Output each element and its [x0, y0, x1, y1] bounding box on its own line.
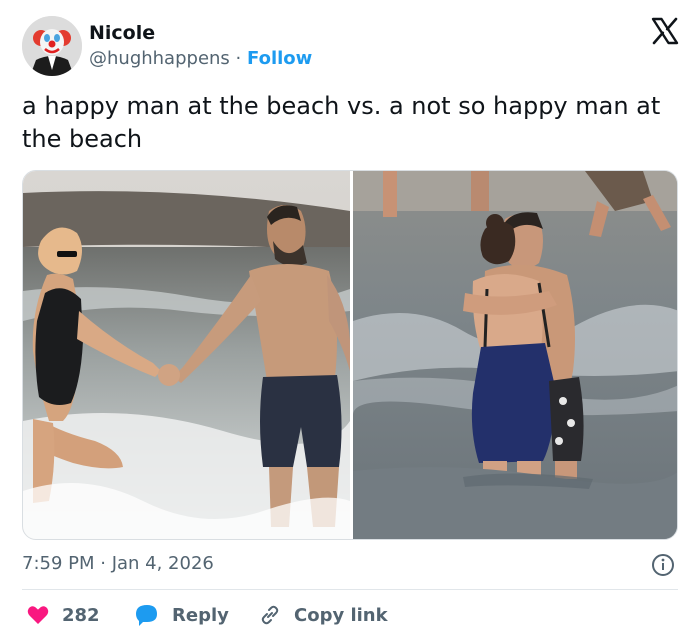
link-icon	[261, 605, 279, 625]
handle-separator: ·	[235, 48, 242, 69]
display-name[interactable]: Nicole	[89, 20, 312, 46]
reply-label: Reply	[172, 604, 229, 626]
tweet-header: Nicole @hughhappens · Follow	[22, 16, 682, 78]
couple-walking-photo[interactable]	[23, 171, 350, 540]
avatar[interactable]	[22, 16, 82, 76]
like-count: 282	[62, 604, 100, 626]
tweet-media[interactable]	[22, 170, 678, 540]
tweet-text: a happy man at the beach vs. a not so ha…	[22, 92, 661, 153]
info-icon[interactable]	[651, 553, 675, 577]
copy-link-label: Copy link	[294, 604, 388, 626]
couple-embracing-photo[interactable]	[353, 171, 678, 540]
heart-icon	[27, 606, 49, 624]
reply-button[interactable]: Reply	[134, 600, 229, 630]
like-button[interactable]: 282	[26, 600, 100, 630]
reply-bubble-icon	[136, 605, 157, 626]
handle-row: @hughhappens · Follow	[89, 46, 312, 72]
user-names: Nicole @hughhappens · Follow	[89, 20, 312, 72]
follow-button[interactable]: Follow	[247, 48, 312, 69]
tweet-actions: 282 Reply Copy link	[22, 600, 678, 630]
tweet-card: Nicole @hughhappens · Follow a happy man…	[0, 0, 700, 642]
copy-link-button[interactable]: Copy link	[258, 600, 388, 630]
user-handle[interactable]: @hughhappens	[89, 48, 230, 69]
tweet-timestamp[interactable]: 7:59 PM · Jan 4, 2026	[22, 552, 214, 576]
clown-avatar-icon	[22, 16, 82, 76]
divider	[22, 589, 678, 590]
x-logo-icon[interactable]	[650, 16, 680, 46]
